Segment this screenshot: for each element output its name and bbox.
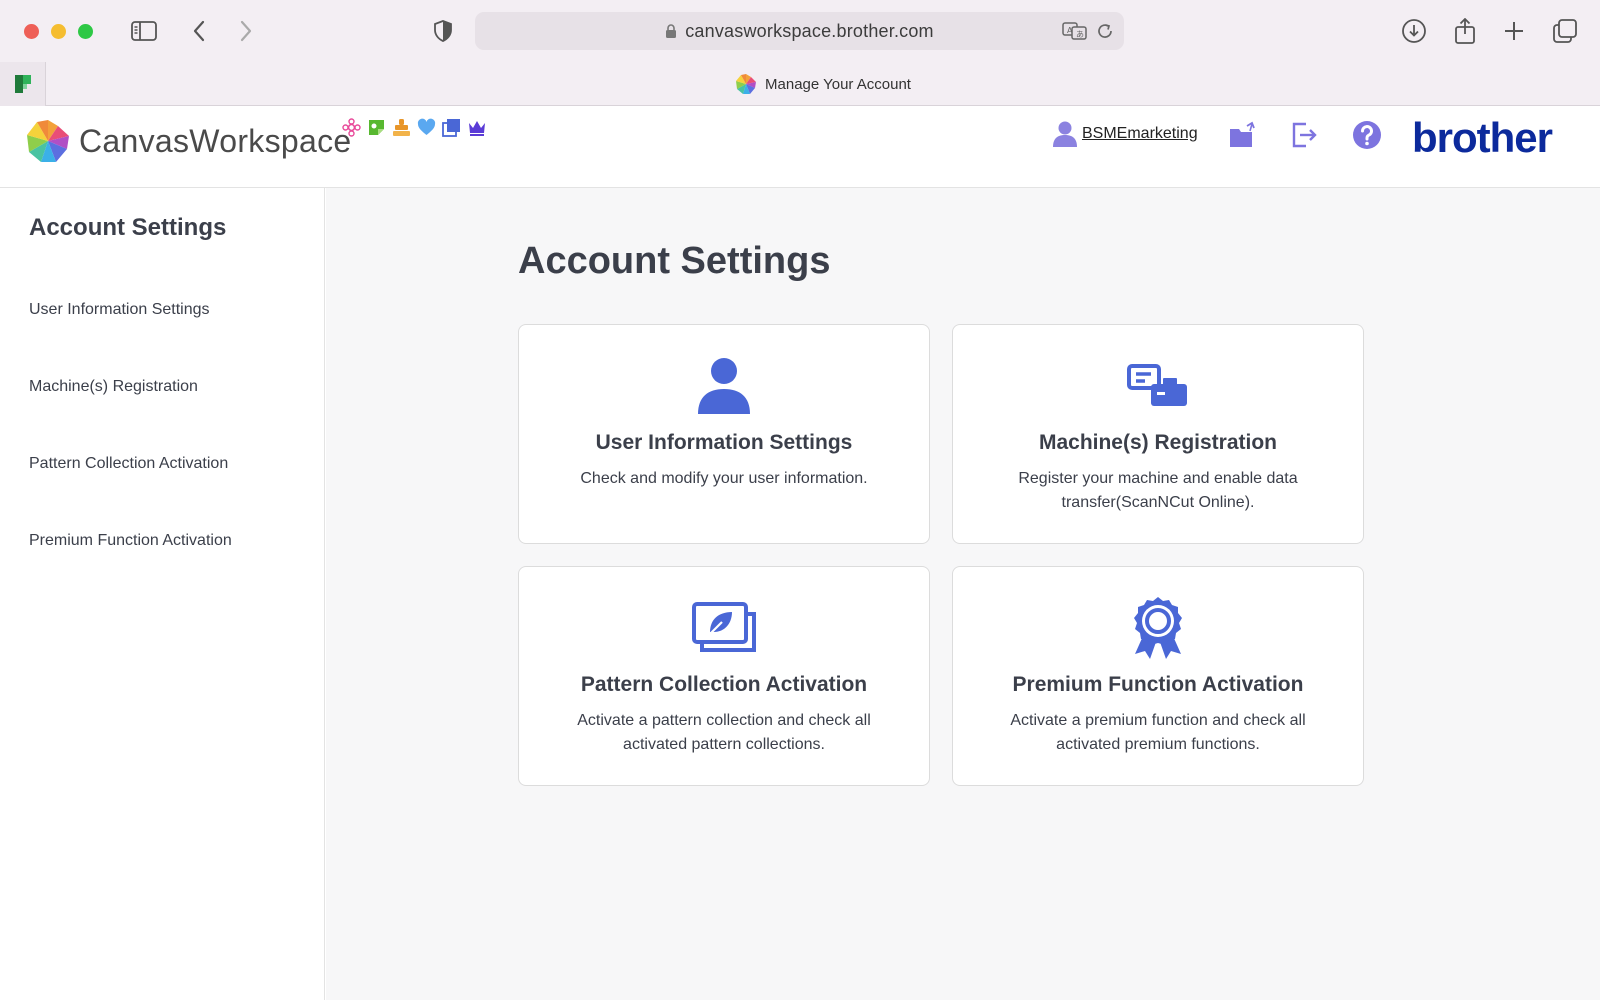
svg-text:A: A — [1067, 26, 1073, 35]
card-description: Activate a premium function and check al… — [1010, 712, 1306, 753]
card-pattern-collection-activation[interactable]: Pattern Collection Activation Activate a… — [518, 566, 930, 786]
active-tab[interactable]: Manage Your Account — [46, 62, 1600, 106]
svg-text:あ: あ — [1076, 30, 1084, 39]
sidebar-item-premium-function-activation[interactable]: Premium Function Activation — [29, 532, 232, 550]
main-content: Account Settings User Information Settin… — [326, 188, 1600, 1000]
url-text: canvasworkspace.brother.com — [685, 20, 934, 41]
crown-icon[interactable] — [467, 118, 487, 137]
card-premium-function-activation[interactable]: Premium Function Activation Activate a p… — [952, 566, 1364, 786]
new-tab-icon[interactable] — [1498, 16, 1530, 46]
card-title: Premium Function Activation — [1012, 673, 1304, 696]
pinned-site-icon — [14, 75, 31, 93]
layers-icon[interactable] — [442, 118, 461, 137]
site-header: CanvasWorkspace BSMEmarketing brother — [0, 106, 1600, 188]
machine-icon — [953, 353, 1363, 419]
sidebar-toggle-icon[interactable] — [128, 16, 160, 46]
logout-icon[interactable] — [1289, 120, 1319, 155]
card-title: Pattern Collection Activation — [580, 673, 868, 696]
card-description: Check and modify your user information. — [580, 470, 868, 487]
sidebar-item-pattern-collection-activation[interactable]: Pattern Collection Activation — [29, 455, 228, 473]
close-window-button[interactable] — [24, 24, 39, 39]
canvasworkspace-logo[interactable]: CanvasWorkspace — [25, 118, 351, 164]
logo-text: CanvasWorkspace — [79, 122, 352, 159]
sidebar-item-machine-registration[interactable]: Machine(s) Registration — [29, 378, 198, 396]
tab-title: Manage Your Account — [765, 75, 911, 93]
forward-icon[interactable] — [230, 16, 262, 46]
canvasworkspace-logo-icon — [27, 120, 69, 162]
sidebar-title: Account Settings — [29, 214, 227, 241]
user-icon — [519, 353, 929, 419]
sticker-icon[interactable] — [367, 118, 386, 137]
heart-icon[interactable] — [417, 118, 436, 137]
card-user-information-settings[interactable]: User Information Settings Check and modi… — [518, 324, 930, 544]
address-bar[interactable]: canvasworkspace.brother.com Aあ — [475, 12, 1124, 50]
tab-bar: Manage Your Account — [0, 62, 1600, 106]
user-account-link[interactable]: BSMEmarketing — [1052, 120, 1198, 148]
folder-upload-icon[interactable] — [1228, 120, 1258, 155]
brother-logo[interactable]: brother — [1412, 114, 1553, 162]
card-description: Activate a pattern collection and check … — [577, 712, 871, 753]
card-title: Machine(s) Registration — [1038, 431, 1278, 454]
privacy-shield-icon[interactable] — [427, 16, 459, 46]
minimize-window-button[interactable] — [51, 24, 66, 39]
reload-icon[interactable] — [1096, 22, 1114, 45]
feature-icons — [342, 118, 487, 137]
stamp-icon[interactable] — [392, 118, 411, 137]
share-icon[interactable] — [1449, 16, 1481, 46]
username: BSMEmarketing — [1082, 125, 1198, 142]
award-icon — [953, 595, 1363, 661]
flower-icon[interactable] — [342, 118, 361, 137]
sidebar: Account Settings User Information Settin… — [0, 188, 325, 1000]
zoom-window-button[interactable] — [78, 24, 93, 39]
downloads-icon[interactable] — [1398, 16, 1430, 46]
browser-toolbar: canvasworkspace.brother.com Aあ — [0, 0, 1600, 62]
help-icon[interactable] — [1352, 120, 1382, 155]
canvasworkspace-favicon — [736, 74, 757, 94]
page-title: Account Settings — [518, 240, 831, 282]
translate-icon[interactable]: Aあ — [1062, 21, 1088, 46]
card-machine-registration[interactable]: Machine(s) Registration Register your ma… — [952, 324, 1364, 544]
card-description: Register your machine and enable data tr… — [1018, 470, 1298, 511]
back-icon[interactable] — [183, 16, 215, 46]
card-title: User Information Settings — [595, 431, 853, 454]
tab-overview-icon[interactable] — [1549, 16, 1581, 46]
pinned-tab[interactable] — [0, 62, 46, 106]
pattern-collection-icon — [519, 595, 929, 661]
user-avatar-icon — [1053, 121, 1077, 147]
sidebar-item-user-information-settings[interactable]: User Information Settings — [29, 301, 210, 319]
lock-icon — [666, 24, 677, 38]
